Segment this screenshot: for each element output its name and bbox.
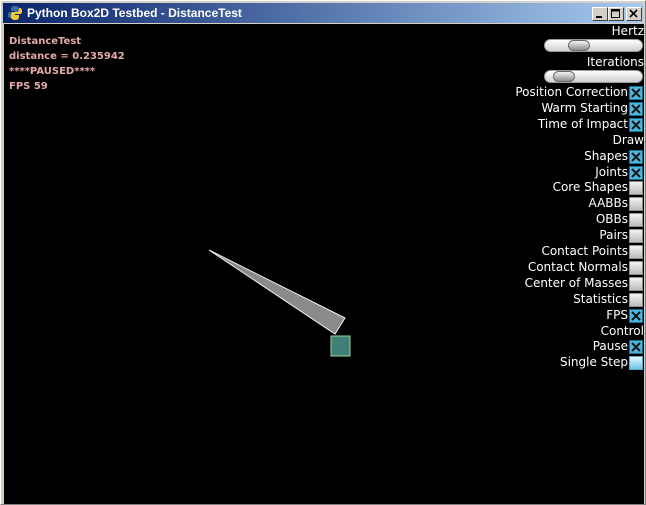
window-title: Python Box2D Testbed - DistanceTest	[27, 6, 242, 20]
option-label: Core Shapes	[552, 180, 628, 194]
option-pairs[interactable]: Pairs	[444, 228, 644, 243]
checkmark-x-icon	[631, 168, 641, 178]
shapes-checkbox[interactable]	[629, 150, 643, 164]
iterations-slider-thumb[interactable]	[553, 71, 575, 82]
box-body	[330, 335, 351, 357]
checkmark-x-icon	[631, 104, 641, 114]
option-single-step[interactable]: Single Step	[444, 355, 644, 370]
iterations-slider[interactable]	[544, 70, 643, 83]
time-of-impact-checkbox[interactable]	[629, 118, 643, 132]
option-statistics[interactable]: Statistics	[444, 292, 644, 307]
joints-checkbox[interactable]	[629, 166, 643, 180]
option-label: Single Step	[559, 355, 628, 369]
contact-points-checkbox[interactable]	[629, 245, 643, 259]
option-label: Contact Points	[541, 244, 628, 258]
hertz-slider[interactable]	[544, 39, 643, 52]
pause-checkbox[interactable]	[629, 340, 643, 354]
option-pause[interactable]: Pause	[444, 339, 644, 354]
contact-normals-checkbox[interactable]	[629, 261, 643, 275]
close-icon	[629, 9, 638, 18]
minimize-button[interactable]	[592, 7, 608, 21]
hertz-slider-thumb[interactable]	[568, 40, 590, 51]
option-time-of-impact[interactable]: Time of Impact	[444, 117, 644, 132]
checkmark-x-icon	[631, 88, 641, 98]
fps-checkbox[interactable]	[629, 309, 643, 323]
center-of-masses-checkbox[interactable]	[629, 277, 643, 291]
option-label: Warm Starting	[541, 101, 628, 115]
option-warm-starting[interactable]: Warm Starting	[444, 101, 644, 116]
aabbs-checkbox[interactable]	[629, 197, 643, 211]
option-label: Position Correction	[515, 85, 628, 99]
checkmark-x-icon	[631, 120, 641, 130]
option-label: Shapes	[584, 149, 628, 163]
close-button[interactable]	[626, 7, 642, 21]
title-bar[interactable]: Python Box2D Testbed - DistanceTest	[3, 3, 643, 23]
option-obbs[interactable]: OBBs	[444, 212, 644, 227]
hertz-label: Hertz	[611, 24, 644, 38]
checkmark-x-icon	[631, 152, 641, 162]
option-core-shapes[interactable]: Core Shapes	[444, 180, 644, 195]
minimize-icon	[596, 16, 602, 18]
option-center-of-masses[interactable]: Center of Masses	[444, 276, 644, 291]
option-contact-normals[interactable]: Contact Normals	[444, 260, 644, 275]
option-label: Time of Impact	[537, 117, 628, 131]
option-shapes[interactable]: Shapes	[444, 149, 644, 164]
single-step-button[interactable]	[629, 356, 643, 370]
position-correction-checkbox[interactable]	[629, 86, 643, 100]
option-fps[interactable]: FPS	[444, 308, 644, 323]
option-label: Pairs	[599, 228, 628, 242]
app-window: Python Box2D Testbed - DistanceTest Dist…	[0, 0, 646, 505]
warm-starting-checkbox[interactable]	[629, 102, 643, 116]
option-label: AABBs	[588, 196, 628, 210]
option-aabbs[interactable]: AABBs	[444, 196, 644, 211]
draw-header: Draw	[612, 133, 644, 147]
option-contact-points[interactable]: Contact Points	[444, 244, 644, 259]
option-label: Statistics	[573, 292, 628, 306]
option-label: FPS	[606, 308, 628, 322]
obbs-checkbox[interactable]	[629, 213, 643, 227]
option-label: OBBs	[595, 212, 628, 226]
option-label: Center of Masses	[524, 276, 628, 290]
core-shapes-checkbox[interactable]	[629, 181, 643, 195]
maximize-button[interactable]	[608, 7, 624, 21]
iterations-label: Iterations	[586, 55, 644, 69]
option-joints[interactable]: Joints	[444, 165, 644, 180]
option-label: Contact Normals	[527, 260, 628, 274]
maximize-icon	[611, 9, 620, 18]
statistics-checkbox[interactable]	[629, 293, 643, 307]
option-position-correction[interactable]: Position Correction	[444, 85, 644, 100]
pairs-checkbox[interactable]	[629, 229, 643, 243]
python-logo-icon	[7, 5, 23, 21]
checkmark-x-icon	[631, 311, 641, 321]
control-header: Control	[600, 324, 644, 338]
triangle-body	[208, 249, 346, 335]
option-label: Pause	[592, 339, 628, 353]
option-label: Joints	[595, 165, 628, 179]
checkmark-x-icon	[631, 342, 641, 352]
simulation-canvas[interactable]: DistanceTest distance = 0.235942 ****PAU…	[4, 24, 644, 504]
